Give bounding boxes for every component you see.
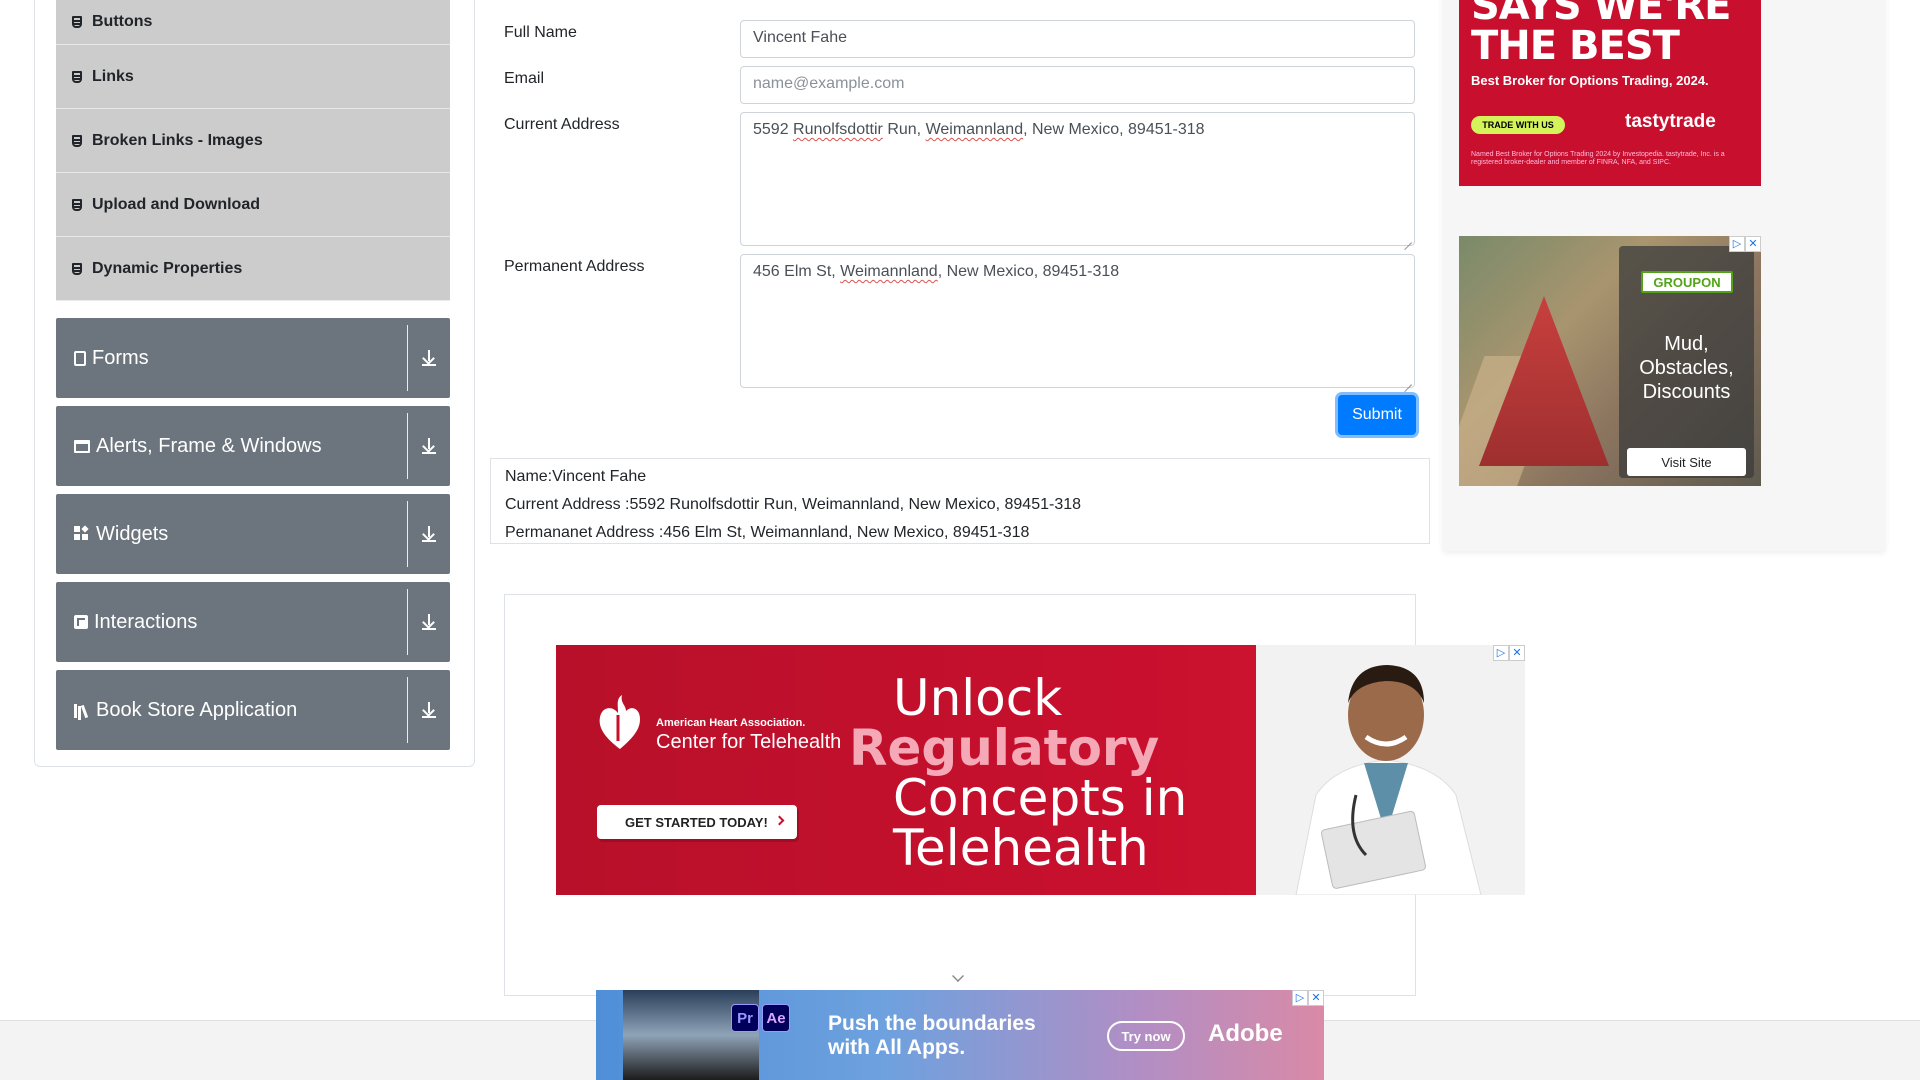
ad-fine-print: Named Best Broker for Options Trading 20… (1471, 151, 1725, 166)
close-icon[interactable]: ✕ (1745, 236, 1761, 252)
headline-line: Concepts in (893, 769, 1188, 827)
group-widgets[interactable]: Widgets (56, 494, 450, 574)
full-name-input[interactable]: Vincent Fahe (740, 20, 1415, 58)
resize-handle-icon[interactable] (1404, 235, 1412, 243)
ad-headline: Push the boundaries with All Apps. (828, 1012, 1036, 1060)
output-permanent-address: Permananet Address :456 Elm St, Weimannl… (505, 524, 1030, 541)
widgets-icon (74, 526, 90, 542)
group-alerts-frame-windows[interactable]: Alerts, Frame & Windows (56, 406, 450, 486)
book-icon (74, 702, 90, 718)
full-name-value: Vincent Fahe (753, 29, 847, 46)
group-label: Alerts, Frame & Windows (96, 434, 322, 457)
menu-item-broken-links[interactable]: Broken Links - Images (56, 109, 450, 173)
close-icon[interactable]: ✕ (1308, 990, 1324, 1006)
misspelled-word: Weimannland (925, 121, 1024, 138)
menu-item-label: Upload and Download (92, 195, 260, 213)
ad-card: GROUPON Mud, Obstacles, Discounts Visit … (1619, 246, 1754, 478)
after-effects-icon: Ae (762, 1004, 790, 1032)
email-input[interactable]: name@example.com (740, 66, 1415, 104)
get-started-button[interactable]: GET STARTED TODAY! (597, 805, 797, 839)
current-address-textarea[interactable]: 5592 Runolfsdottir Run, Weimannland, New… (740, 112, 1415, 246)
group-book-store[interactable]: Book Store Application (56, 670, 450, 750)
list-icon (71, 262, 83, 276)
ad-brand: tastytrade (1625, 111, 1716, 132)
menu-item-label: Buttons (92, 13, 153, 30)
full-name-label: Full Name (504, 24, 577, 41)
ad-subline: Best Broker for Options Trading, 2024. (1471, 73, 1709, 88)
groupon-logo: GROUPON (1641, 271, 1733, 293)
menu-item-label: Dynamic Properties (92, 259, 243, 277)
heart-logo-icon (599, 695, 640, 749)
misspelled-word: Weimannland (840, 263, 938, 280)
menu-item-upload-download[interactable]: Upload and Download (56, 173, 450, 237)
output-box: Name:Vincent Fahe Current Address :5592 … (490, 458, 1430, 544)
doctor-image (1256, 645, 1525, 895)
headline-line: with All Apps. (828, 1036, 966, 1059)
resize-handle-icon[interactable] (1404, 377, 1412, 385)
list-icon (71, 198, 83, 212)
premiere-icon: Pr (731, 1004, 759, 1032)
headline-line: Telehealth (893, 819, 1149, 877)
output-name: Name:Vincent Fahe (505, 468, 647, 485)
list-icon (71, 15, 83, 29)
output-current-address: Current Address :5592 Runolfsdottir Run,… (505, 496, 1082, 513)
adchoices-icon[interactable]: ▷ (1493, 645, 1509, 661)
forms-icon (74, 350, 86, 366)
group-forms[interactable]: Forms (56, 318, 450, 398)
menu-item-label: Broken Links - Images (92, 131, 263, 149)
elements-submenu: Buttons Links Broken Links - Images Uplo… (56, 0, 450, 301)
permanent-address-label: Permanent Address (504, 258, 645, 275)
adobe-ad[interactable]: Pr Ae Push the boundaries with All Apps.… (596, 990, 1324, 1080)
email-label: Email (504, 70, 545, 87)
headline-line: Unlock (893, 669, 1063, 727)
list-icon (71, 134, 83, 148)
ad-org-line1: American Heart Association. (656, 717, 806, 729)
menu-item-label: Links (92, 67, 134, 85)
adchoices-icon[interactable]: ▷ (1292, 990, 1308, 1006)
misspelled-word: Runolfsdottir (793, 121, 883, 138)
adchoices-icon[interactable]: ▷ (1729, 236, 1745, 252)
adobe-logo: Adobe (1208, 1020, 1283, 1047)
close-icon[interactable]: ✕ (1509, 645, 1525, 661)
tastytrade-ad[interactable]: SAYS WE'RE THE BEST Best Broker for Opti… (1459, 0, 1761, 186)
download-icon[interactable] (408, 614, 450, 630)
try-now-button[interactable]: Try now (1107, 1021, 1185, 1051)
ad-headline: SAYS WE'RE THE BEST (1471, 0, 1731, 69)
permanent-address-textarea[interactable]: 456 Elm St, Weimannland, New Mexico, 894… (740, 254, 1415, 388)
ad-headline: Unlock Regulatory Concepts in Telehealth (849, 669, 1188, 877)
cta-label: GET STARTED TODAY! (625, 814, 768, 830)
groupon-ad[interactable]: GROUPON Mud, Obstacles, Discounts Visit … (1459, 236, 1761, 486)
group-label: Interactions (94, 610, 198, 633)
telehealth-ad[interactable]: American Heart Association. Center for T… (556, 645, 1525, 895)
group-label: Forms (92, 346, 149, 369)
download-icon[interactable] (408, 526, 450, 542)
current-address-value: 5592 Runolfsdottir Run, Weimannland, New… (753, 121, 1205, 138)
submit-button[interactable]: Submit (1338, 395, 1416, 435)
interactions-icon (74, 615, 88, 629)
list-icon (71, 70, 83, 84)
group-interactions[interactable]: Interactions (56, 582, 450, 662)
group-label: Widgets (96, 522, 169, 545)
menu-item-dynamic-properties[interactable]: Dynamic Properties (56, 237, 450, 301)
trade-with-us-button[interactable]: TRADE WITH US (1471, 116, 1565, 134)
menu-item-links[interactable]: Links (56, 45, 450, 109)
chevron-right-icon (774, 815, 785, 826)
email-placeholder: name@example.com (753, 75, 905, 92)
headline-line: Push the boundaries (828, 1012, 1036, 1035)
download-icon[interactable] (408, 702, 450, 718)
ad-text: Mud, Obstacles, Discounts (1639, 333, 1734, 403)
permanent-address-value: 456 Elm St, Weimannland, New Mexico, 894… (753, 263, 1120, 280)
current-address-label: Current Address (504, 116, 620, 133)
window-icon (74, 439, 90, 453)
ad-org-line2: Center for Telehealth (656, 731, 842, 753)
group-label: Book Store Application (96, 698, 298, 721)
visit-site-button[interactable]: Visit Site (1627, 448, 1746, 476)
menu-item-buttons[interactable]: Buttons (56, 0, 450, 45)
headline-line: Regulatory (849, 719, 1160, 777)
download-icon[interactable] (408, 438, 450, 454)
download-icon[interactable] (408, 350, 450, 366)
